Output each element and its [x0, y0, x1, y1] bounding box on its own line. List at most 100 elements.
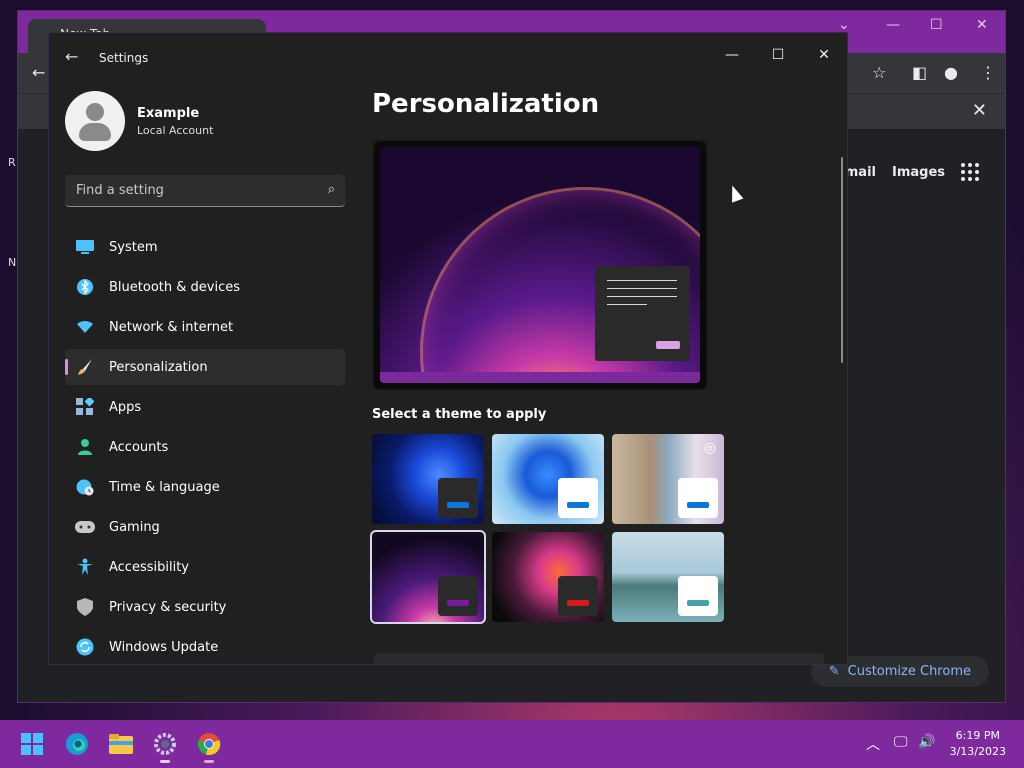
clock-time: 6:19 PM [955, 729, 1000, 742]
settings-icon[interactable] [151, 730, 179, 763]
profile-account-type: Local Account [137, 123, 214, 137]
pencil-icon: ✎ [828, 664, 840, 679]
preview-wallpaper [380, 147, 700, 383]
sidebar-item-accounts[interactable]: Accounts [65, 429, 345, 465]
theme-grid: ◎ [370, 434, 832, 624]
sidebar-item-label: Accessibility [109, 559, 189, 575]
chrome-header-links: Gmail Images [834, 163, 979, 181]
main-content: Personalization Select a theme to apply … [370, 89, 832, 624]
search-placeholder: Find a setting [76, 183, 164, 198]
theme-windows-light[interactable] [492, 434, 604, 524]
sidebar-item-label: Personalization [109, 359, 208, 375]
customize-chrome-label: Customize Chrome [847, 664, 971, 679]
accessibility-icon [75, 557, 95, 577]
bluetooth-icon [75, 277, 95, 297]
minimize-icon[interactable]: — [886, 17, 900, 33]
sidebar-item-label: Apps [109, 399, 142, 415]
maximize-icon[interactable]: ☐ [755, 39, 801, 71]
sidebar-item-label: Accounts [109, 439, 169, 455]
side-panel-icon[interactable]: ◧ [912, 63, 927, 82]
theme-mini-window [558, 478, 598, 518]
file-explorer-icon[interactable] [107, 730, 135, 758]
apps-icon [75, 397, 95, 417]
app-title: Settings [99, 51, 149, 65]
clock[interactable]: 6:19 PM 3/13/2023 [950, 728, 1006, 760]
theme-mini-window [438, 576, 478, 616]
avatar [65, 91, 125, 151]
clock-date: 3/13/2023 [949, 745, 1006, 758]
close-icon[interactable]: ✕ [972, 100, 987, 121]
theme-mini-window [678, 478, 718, 518]
desktop-icon-label: R [8, 156, 16, 169]
refresh-icon [75, 637, 95, 657]
scrollbar[interactable] [841, 157, 843, 363]
sidebar-item-label: Network & internet [109, 319, 234, 335]
theme-windows-dark[interactable] [372, 434, 484, 524]
theme-windows-spotlight[interactable]: ◎ [612, 434, 724, 524]
chrome-icon[interactable] [195, 730, 223, 763]
theme-mini-window [558, 576, 598, 616]
shield-icon [75, 597, 95, 617]
sidebar-item-bluetooth-devices[interactable]: Bluetooth & devices [65, 269, 345, 305]
sidebar-item-network-internet[interactable]: Network & internet [65, 309, 345, 345]
maximize-icon[interactable]: ☐ [930, 17, 943, 33]
preview-window [595, 266, 690, 361]
theme-captured-motion[interactable] [492, 532, 604, 622]
sidebar-item-gaming[interactable]: Gaming [65, 509, 345, 545]
chevron-up-icon[interactable]: ︿ [866, 734, 880, 754]
sidebar-item-privacy-security[interactable]: Privacy & security [65, 589, 345, 625]
user-profile[interactable]: Example Local Account [65, 91, 213, 151]
desktop-icon-label: N [8, 256, 17, 269]
theme-glow[interactable] [370, 530, 486, 624]
volume-icon[interactable]: 🔊 [918, 734, 935, 750]
images-link[interactable]: Images [892, 165, 945, 180]
title-bar: ← Settings — ☐ ✕ [49, 33, 847, 81]
profile-icon[interactable]: ● [944, 63, 958, 82]
theme-mini-window [438, 478, 478, 518]
close-icon[interactable]: ✕ [976, 17, 988, 33]
preview-taskbar [380, 372, 700, 383]
sidebar-item-accessibility[interactable]: Accessibility [65, 549, 345, 585]
sidebar-item-label: Bluetooth & devices [109, 279, 240, 295]
sidebar-item-time-language[interactable]: Time & language [65, 469, 345, 505]
page-title: Personalization [372, 89, 600, 119]
sidebar-item-label: Privacy & security [109, 599, 227, 615]
globe-clock-icon [75, 477, 95, 497]
sidebar-item-windows-update[interactable]: Windows Update [65, 629, 345, 664]
sidebar-item-apps[interactable]: Apps [65, 389, 345, 425]
sidebar-item-personalization[interactable]: Personalization [65, 349, 345, 385]
minimize-icon[interactable]: — [709, 39, 755, 71]
monitor-icon [75, 237, 95, 257]
theme-mini-window [678, 576, 718, 616]
apps-grid-icon[interactable] [961, 163, 979, 181]
taskbar: ︿ 🖵 🔊 6:19 PM 3/13/2023 [0, 720, 1024, 768]
network-icon[interactable]: 🖵 [894, 734, 908, 750]
theme-preview [372, 139, 708, 391]
camera-icon: ◎ [703, 440, 716, 456]
sidebar-item-label: System [109, 239, 158, 255]
wifi-icon [75, 317, 95, 337]
start-icon[interactable] [18, 730, 46, 758]
star-icon[interactable]: ☆ [872, 63, 886, 82]
edge-icon[interactable] [63, 730, 91, 758]
sidebar-nav: System Bluetooth & devices Network & inter… [65, 229, 345, 664]
settings-card[interactable] [374, 653, 824, 664]
theme-flow[interactable] [612, 532, 724, 622]
sidebar-item-label: Gaming [109, 519, 160, 535]
back-icon[interactable]: ← [32, 63, 45, 82]
back-button[interactable]: ← [65, 47, 78, 66]
controller-icon [75, 517, 95, 537]
sidebar-item-label: Windows Update [109, 639, 219, 655]
search-icon[interactable]: ⌕ [328, 182, 335, 197]
sidebar-item-system[interactable]: System [65, 229, 345, 265]
menu-icon[interactable]: ⋮ [980, 63, 996, 82]
sidebar-item-label: Time & language [109, 479, 220, 495]
paintbrush-icon [75, 357, 95, 377]
profile-name: Example [137, 105, 200, 121]
chevron-down-icon[interactable]: ⌄ [838, 17, 850, 33]
person-icon [75, 437, 95, 457]
settings-window: ← Settings — ☐ ✕ Example Local Account F… [48, 32, 848, 665]
close-icon[interactable]: ✕ [801, 39, 847, 71]
search-input[interactable]: Find a setting ⌕ [65, 175, 345, 207]
theme-section-label: Select a theme to apply [372, 407, 547, 422]
